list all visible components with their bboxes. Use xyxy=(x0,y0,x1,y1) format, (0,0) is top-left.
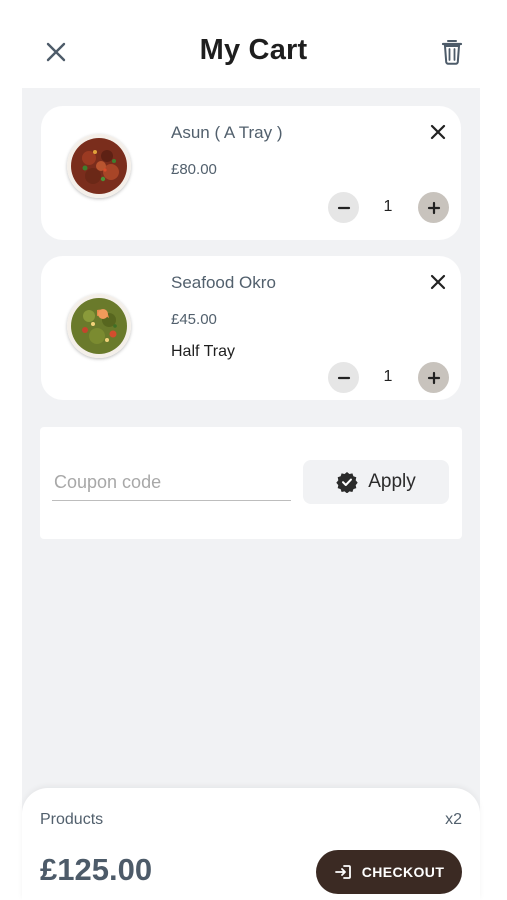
apply-coupon-button[interactable]: Apply xyxy=(303,460,449,504)
quantity-value: 1 xyxy=(383,198,393,215)
order-summary: Products x2 £125.00 CHECKOUT xyxy=(22,788,480,900)
verified-badge-icon xyxy=(336,472,358,493)
decrease-quantity-button[interactable] xyxy=(328,192,359,223)
minus-icon xyxy=(337,376,350,379)
increase-quantity-button[interactable] xyxy=(418,362,449,393)
item-name: Seafood Okro xyxy=(171,273,276,292)
minus-icon xyxy=(337,206,350,209)
cart-content: Asun ( A Tray ) £80.00 1 Seafood Okro £4… xyxy=(22,88,480,900)
product-image[interactable] xyxy=(67,294,131,358)
increase-quantity-button[interactable] xyxy=(418,192,449,223)
coupon-code-input[interactable] xyxy=(52,465,291,501)
decrease-quantity-button[interactable] xyxy=(328,362,359,393)
login-arrow-icon xyxy=(334,865,351,879)
remove-item-icon[interactable] xyxy=(428,122,448,142)
total-price: £125.00 xyxy=(40,852,153,887)
quantity-stepper: 1 xyxy=(328,192,450,224)
trash-icon[interactable] xyxy=(440,38,464,66)
cart-item-card: Asun ( A Tray ) £80.00 1 xyxy=(41,106,461,240)
plus-icon xyxy=(427,371,440,384)
products-label: Products xyxy=(40,811,104,828)
coupon-section: Apply xyxy=(40,427,462,539)
page-title: My Cart xyxy=(199,34,308,66)
product-image[interactable] xyxy=(67,134,131,198)
checkout-label: CHECKOUT xyxy=(361,864,445,880)
products-count: x2 xyxy=(445,811,462,828)
item-price: £45.00 xyxy=(171,311,217,328)
item-variant: Half Tray xyxy=(171,343,236,360)
app-header: My Cart xyxy=(0,0,507,88)
plus-icon xyxy=(427,201,440,214)
remove-item-icon[interactable] xyxy=(428,272,448,292)
apply-label: Apply xyxy=(368,471,416,492)
cart-item-card: Seafood Okro £45.00 Half Tray 1 xyxy=(41,256,461,400)
item-name: Asun ( A Tray ) xyxy=(171,123,283,142)
checkout-button[interactable]: CHECKOUT xyxy=(316,850,462,894)
quantity-stepper: 1 xyxy=(328,362,450,394)
quantity-value: 1 xyxy=(383,368,393,385)
item-price: £80.00 xyxy=(171,161,217,178)
